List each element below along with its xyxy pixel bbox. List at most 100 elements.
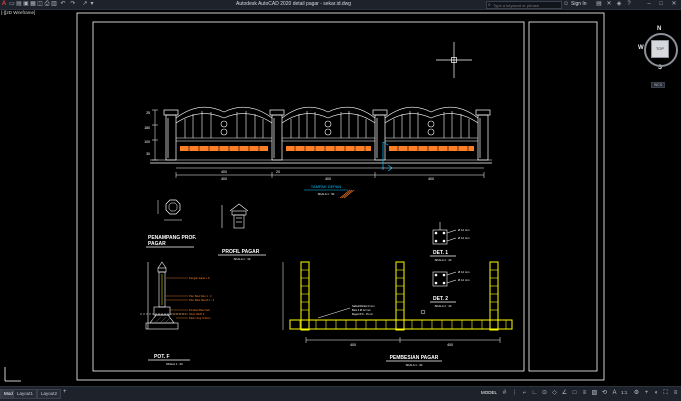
- close-icon[interactable]: ✕: [671, 1, 677, 7]
- osnap-icon[interactable]: □: [570, 389, 579, 398]
- section-title-line2: PAGAR: [148, 241, 166, 247]
- cart-icon[interactable]: ▤: [596, 1, 602, 7]
- app-menu-icon[interactable]: A: [1, 1, 7, 7]
- elev-dim-4: 400: [428, 177, 434, 181]
- share-icon[interactable]: ◫: [37, 1, 43, 7]
- polar-icon[interactable]: ⊙: [540, 389, 549, 398]
- compass-west[interactable]: W: [638, 45, 644, 51]
- det1-note-a: Ø 12 mm: [458, 228, 470, 232]
- detail-2: [432, 271, 457, 287]
- fence-column-3: [372, 109, 388, 161]
- model-space-toggle[interactable]: MODEL: [481, 390, 497, 395]
- elevation-title: TAMPAK DEPAN: [311, 184, 342, 189]
- plot-icon[interactable]: ▥: [51, 1, 57, 7]
- pot-note-4: Pondasi Batu Kali: [189, 308, 210, 312]
- profile-scale: SKALA 1 : 10: [234, 257, 251, 261]
- pot-f-section: [140, 261, 186, 330]
- customize-menu-icon[interactable]: ≡: [671, 389, 680, 398]
- save-icon[interactable]: ▣: [23, 1, 29, 7]
- wcs-menu[interactable]: WCS: [651, 82, 666, 88]
- status-bar: Model Layout1 Layout2 + MODEL # ⋮ ⌐ ∟ ⊙ …: [0, 386, 681, 401]
- pot-scale: SKALA 1 : 20: [166, 362, 183, 366]
- user-icon[interactable]: ☺: [563, 1, 569, 7]
- det2-scale: SKALA 1 : 10: [435, 304, 452, 308]
- osnap-track-icon[interactable]: ∠: [560, 389, 569, 398]
- annotation-scale-icon[interactable]: A: [610, 389, 619, 398]
- brick-base-strips: [180, 146, 474, 151]
- exchange-icon[interactable]: ✕: [606, 1, 612, 7]
- pot-note-3: Plat. Batu Merah 1 : 3: [189, 298, 215, 302]
- infer-icon[interactable]: ⌐: [520, 389, 529, 398]
- sign-in-link[interactable]: Sign In: [571, 1, 587, 7]
- ortho-icon[interactable]: ∟: [530, 389, 539, 398]
- pot-note-2: Plat. Besi Siku 1 : 3: [189, 294, 212, 298]
- grid-icon[interactable]: #: [500, 389, 509, 398]
- det2-title: DET. 2: [433, 296, 448, 302]
- selection-cycling-icon[interactable]: ⟲: [600, 389, 609, 398]
- search-input[interactable]: [493, 2, 559, 8]
- isodraft-icon[interactable]: ◇: [550, 389, 559, 398]
- det1-title: DET. 1: [433, 250, 448, 256]
- pot-note-6: Pasir Urug t=10cm: [189, 316, 211, 320]
- sheet-outer-border: [76, 12, 605, 381]
- tab-layout2[interactable]: Layout2: [37, 389, 62, 399]
- title-block-border: [528, 21, 598, 372]
- tab-layout1[interactable]: Layout1: [13, 389, 38, 399]
- print-icon[interactable]: ⎙: [44, 1, 50, 7]
- elevation-scale: SKALA 1 : 50: [318, 192, 335, 196]
- pot-note-5: Sloof 15/20 3: [189, 312, 205, 316]
- compass-north[interactable]: N: [657, 26, 661, 32]
- search-box[interactable]: ⌕: [486, 1, 562, 9]
- left-dim-2: 180: [144, 126, 150, 130]
- elev-dim-1: 400: [221, 170, 227, 174]
- rebar-scale: SKALA 1 : 20: [406, 363, 423, 367]
- maximize-icon[interactable]: □: [658, 1, 664, 7]
- fence-elevation: 400 400 400 400 20 25 180 100 30 TAMPAK …: [144, 106, 492, 199]
- redo-icon[interactable]: ↷: [70, 1, 76, 7]
- add-layout-icon[interactable]: +: [63, 389, 67, 395]
- minimize-icon[interactable]: –: [646, 1, 652, 7]
- crosshair-cursor: [436, 42, 472, 78]
- workspace-gear-icon[interactable]: ⚙: [632, 389, 641, 398]
- det2-note-a: Ø 12 mm: [458, 270, 470, 274]
- transparency-icon[interactable]: ▨: [590, 389, 599, 398]
- snap-icon[interactable]: ⋮: [510, 389, 519, 398]
- customize-toolbar-icon[interactable]: ▾: [89, 1, 95, 7]
- fullscreen-icon[interactable]: ⛶: [661, 389, 670, 398]
- fence-panel-3: [384, 106, 479, 142]
- rebar-dim-1: 400: [350, 343, 356, 347]
- help-icon[interactable]: ?: [626, 1, 632, 7]
- add-icon[interactable]: +: [642, 389, 651, 398]
- annotation-scale[interactable]: 1:1: [621, 390, 627, 395]
- pot-title: POT. F: [154, 354, 170, 360]
- elev-dim-2: 400: [221, 177, 227, 181]
- elev-dim-5: 20: [276, 170, 280, 174]
- fence-column-4: [475, 109, 491, 161]
- drawing-canvas[interactable]: 400 400 400 400 20 25 180 100 30 TAMPAK …: [0, 9, 681, 386]
- rebar-dimensions: [282, 262, 501, 343]
- new-file-icon[interactable]: ▭: [9, 1, 15, 7]
- a360-icon[interactable]: ◈: [616, 1, 622, 7]
- fence-panel-1: [175, 106, 273, 142]
- lineweight-icon[interactable]: ≡: [580, 389, 589, 398]
- open-file-icon[interactable]: ▤: [16, 1, 22, 7]
- viewcube-top-face[interactable]: TOP: [651, 40, 669, 58]
- det1-scale: SKALA 1 : 10: [435, 258, 452, 262]
- rebar-title: PEMBESIAN PAGAR: [390, 355, 439, 361]
- left-dim-4: 30: [146, 152, 150, 156]
- fence-panel-2: [281, 106, 376, 142]
- fence-column-1: [163, 109, 179, 161]
- det1-note-b: Ø 12 mm: [458, 236, 470, 240]
- section-profile-detail: PENAMPANG PROF. PAGAR: [146, 199, 197, 248]
- share-drawing-icon[interactable]: ↗: [82, 1, 88, 7]
- pot-f-leaders: [166, 277, 188, 319]
- left-dim-3: 100: [144, 140, 150, 144]
- ucs-icon: [4, 367, 21, 382]
- save-as-icon[interactable]: ▦: [30, 1, 36, 7]
- fence-column-2: [269, 109, 285, 161]
- search-icon: ⌕: [488, 2, 491, 8]
- isolate-objects-icon[interactable]: ◐: [652, 389, 661, 398]
- pot-note-1: Dengan kapal + 8: [189, 276, 210, 280]
- undo-icon[interactable]: ↶: [60, 1, 66, 7]
- fence-cap-profile: [221, 203, 249, 229]
